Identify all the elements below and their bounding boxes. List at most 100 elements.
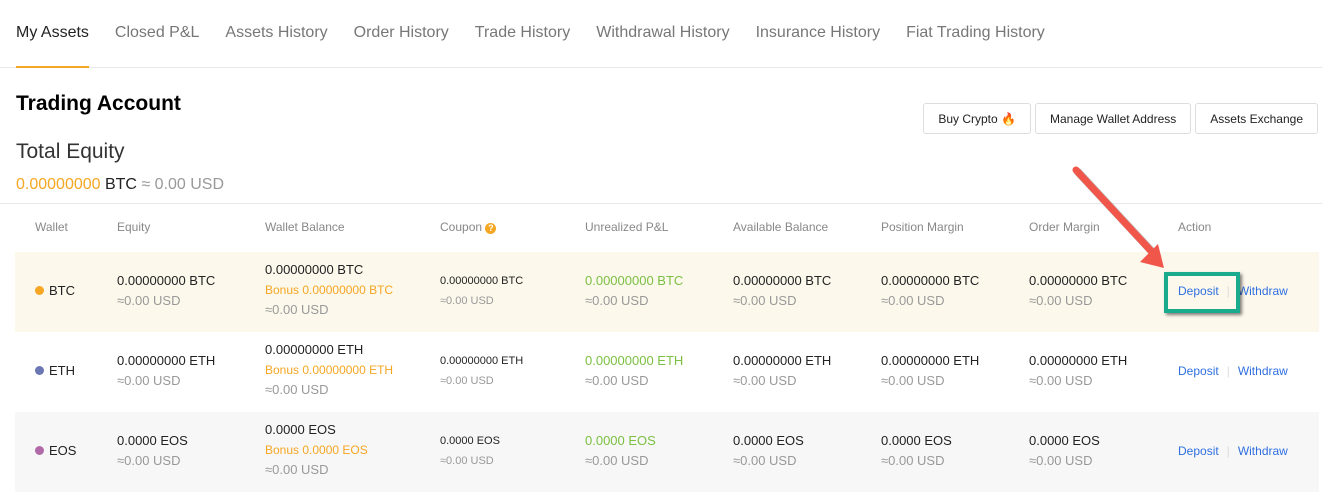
tabs: My Assets Closed P&L Assets History Orde… — [0, 0, 1322, 68]
wallet-balance-usd: ≈0.00 USD — [265, 462, 329, 477]
action-cell: Deposit | Withdraw — [1178, 441, 1288, 461]
wallet-balance-usd: ≈0.00 USD — [265, 382, 329, 397]
order-margin-usd: ≈0.00 USD — [1029, 293, 1093, 308]
coupon-value: 0.0000 EOS — [440, 435, 500, 447]
order-margin-usd: ≈0.00 USD — [1029, 373, 1093, 388]
equity-value: 0.00000000 ETH — [117, 353, 216, 368]
table-row: EOS 0.0000 EOS ≈0.00 USD 0.0000 EOS Bonus … — [15, 412, 1319, 492]
coin-name: BTC — [49, 283, 75, 298]
coupon-usd: ≈0.00 USD — [440, 455, 494, 467]
wallet-balance-usd: ≈0.00 USD — [265, 302, 329, 317]
total-equity-amount: 0.00000000 — [16, 176, 101, 193]
position-margin-cell: 0.00000000 ETH ≈0.00 USD — [881, 351, 979, 391]
wallet-cell: BTC — [35, 281, 75, 301]
coupon-usd: ≈0.00 USD — [440, 375, 494, 387]
total-equity-value: 0.00000000 BTC ≈ 0.00 USD — [16, 176, 224, 194]
coupon-cell: 0.00000000 ETH ≈0.00 USD — [440, 351, 523, 391]
coin-dot-icon — [35, 366, 44, 375]
manage-wallet-address-button[interactable]: Manage Wallet Address — [1034, 103, 1192, 134]
equity-usd: ≈0.00 USD — [117, 373, 181, 388]
unrealized-pnl-usd: ≈0.00 USD — [585, 373, 649, 388]
equity-value: 0.0000 EOS — [117, 433, 188, 448]
equity-value: 0.00000000 BTC — [117, 273, 216, 288]
wallet-balance-cell: 0.00000000 BTC Bonus 0.00000000 BTC ≈0.00 … — [265, 260, 393, 320]
position-margin-usd: ≈0.00 USD — [881, 453, 945, 468]
action-divider: | — [1226, 364, 1230, 378]
buy-crypto-button[interactable]: Buy Crypto 🔥 — [923, 103, 1031, 134]
header-action: Action — [1178, 220, 1212, 234]
header-position-margin: Position Margin — [881, 220, 964, 234]
unrealized-pnl-cell: 0.0000 EOS ≈0.00 USD — [585, 431, 656, 471]
header-coupon: Coupon ? — [440, 220, 497, 234]
unrealized-pnl-cell: 0.00000000 ETH ≈0.00 USD — [585, 351, 683, 391]
position-margin-value: 0.00000000 ETH — [881, 353, 980, 368]
equity-cell: 0.00000000 ETH ≈0.00 USD — [117, 351, 215, 391]
deposit-link[interactable]: Deposit — [1178, 444, 1219, 458]
equity-usd: ≈0.00 USD — [117, 453, 181, 468]
assets-exchange-button[interactable]: Assets Exchange — [1195, 103, 1318, 134]
buy-crypto-label: Buy Crypto — [938, 112, 998, 126]
table-row: ETH 0.00000000 ETH ≈0.00 USD 0.00000000 E… — [15, 332, 1319, 412]
unrealized-pnl-value: 0.00000000 ETH — [585, 353, 684, 368]
tab-fiat-trading-history[interactable]: Fiat Trading History — [906, 0, 1045, 68]
tab-my-assets[interactable]: My Assets — [16, 0, 89, 68]
tab-assets-history[interactable]: Assets History — [225, 0, 327, 68]
equity-cell: 0.00000000 BTC ≈0.00 USD — [117, 271, 215, 311]
order-margin-cell: 0.00000000 ETH ≈0.00 USD — [1029, 351, 1127, 391]
coupon-value: 0.00000000 BTC — [440, 275, 524, 287]
unrealized-pnl-usd: ≈0.00 USD — [585, 293, 649, 308]
header-coupon-label: Coupon — [440, 220, 483, 234]
coupon-cell: 0.0000 EOS ≈0.00 USD — [440, 431, 500, 471]
action-divider: | — [1226, 444, 1230, 458]
position-margin-cell: 0.00000000 BTC ≈0.00 USD — [881, 271, 979, 311]
equity-cell: 0.0000 EOS ≈0.00 USD — [117, 431, 188, 471]
header-wallet: Wallet — [35, 220, 68, 234]
withdraw-link[interactable]: Withdraw — [1238, 284, 1288, 298]
total-equity-unit: BTC — [104, 176, 137, 193]
position-margin-value: 0.00000000 BTC — [881, 273, 980, 288]
wallet-cell: ETH — [35, 361, 75, 381]
header-available-balance: Available Balance — [733, 220, 829, 234]
coupon-value: 0.00000000 ETH — [440, 355, 524, 367]
total-equity-usd: ≈ 0.00 USD — [141, 176, 225, 193]
fire-icon: 🔥 — [1001, 112, 1016, 126]
order-margin-cell: 0.0000 EOS ≈0.00 USD — [1029, 431, 1100, 471]
tab-order-history[interactable]: Order History — [354, 0, 449, 68]
unrealized-pnl-value: 0.0000 EOS — [585, 433, 656, 448]
coupon-usd: ≈0.00 USD — [440, 295, 494, 307]
arrow-annotation-icon — [1072, 166, 1164, 268]
page-title: Trading Account — [16, 92, 181, 115]
wallet-balance-value: 0.00000000 ETH — [265, 342, 364, 357]
unrealized-pnl-usd: ≈0.00 USD — [585, 453, 649, 468]
order-margin-usd: ≈0.00 USD — [1029, 453, 1093, 468]
unrealized-pnl-value: 0.00000000 BTC — [585, 273, 684, 288]
available-balance-usd: ≈0.00 USD — [733, 293, 797, 308]
tab-insurance-history[interactable]: Insurance History — [756, 0, 881, 68]
position-margin-usd: ≈0.00 USD — [881, 373, 945, 388]
tab-closed-pnl[interactable]: Closed P&L — [115, 0, 200, 68]
tab-trade-history[interactable]: Trade History — [475, 0, 570, 68]
bonus-value: Bonus 0.00000000 BTC — [265, 283, 394, 297]
available-balance-cell: 0.0000 EOS ≈0.00 USD — [733, 431, 804, 471]
tab-withdrawal-history[interactable]: Withdrawal History — [596, 0, 729, 68]
bonus-value: Bonus 0.00000000 ETH — [265, 363, 394, 377]
coin-dot-icon — [35, 446, 44, 455]
wallet-balance-value: 0.0000 EOS — [265, 422, 336, 437]
wallet-balance-value: 0.00000000 BTC — [265, 262, 364, 277]
order-margin-value: 0.0000 EOS — [1029, 433, 1100, 448]
position-margin-cell: 0.0000 EOS ≈0.00 USD — [881, 431, 952, 471]
header-wallet-balance: Wallet Balance — [265, 220, 345, 234]
help-icon[interactable]: ? — [485, 223, 497, 234]
available-balance-cell: 0.00000000 ETH ≈0.00 USD — [733, 351, 831, 391]
unrealized-pnl-cell: 0.00000000 BTC ≈0.00 USD — [585, 271, 683, 311]
withdraw-link[interactable]: Withdraw — [1238, 444, 1288, 458]
available-balance-usd: ≈0.00 USD — [733, 453, 797, 468]
bonus-value: Bonus 0.0000 EOS — [265, 443, 368, 457]
available-balance-cell: 0.00000000 BTC ≈0.00 USD — [733, 271, 831, 311]
coin-name: EOS — [49, 443, 77, 458]
order-margin-value: 0.00000000 ETH — [1029, 353, 1128, 368]
deposit-link[interactable]: Deposit — [1178, 364, 1219, 378]
header-unrealized-pnl: Unrealized P&L — [585, 220, 669, 234]
available-balance-value: 0.00000000 ETH — [733, 353, 832, 368]
withdraw-link[interactable]: Withdraw — [1238, 364, 1288, 378]
